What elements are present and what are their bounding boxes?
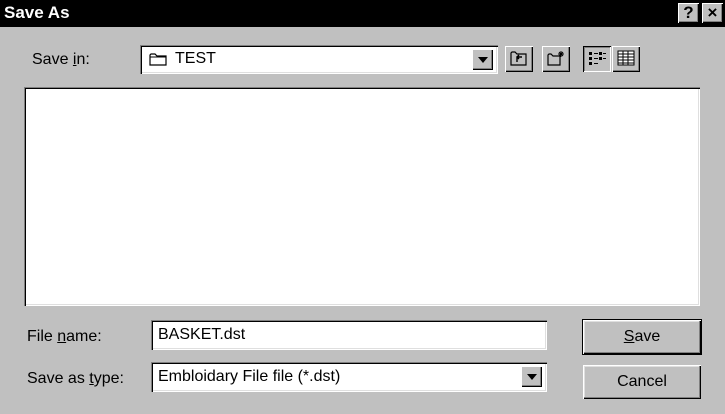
save-as-type-value: Embloidary File file (*.dst) bbox=[158, 368, 341, 385]
up-folder-icon bbox=[510, 51, 527, 66]
file-name-label: File name: bbox=[27, 328, 102, 345]
save-as-type-label: Save as type: bbox=[27, 370, 124, 387]
chevron-down-icon bbox=[527, 374, 537, 380]
save-as-type-combobox[interactable]: Embloidary File file (*.dst) bbox=[151, 362, 547, 392]
list-view-button[interactable] bbox=[583, 46, 611, 72]
up-one-level-button[interactable] bbox=[505, 46, 533, 72]
file-name-input[interactable]: BASKET.dst bbox=[151, 320, 547, 350]
details-view-icon bbox=[617, 50, 635, 66]
window-title: Save As bbox=[4, 3, 70, 22]
close-button[interactable]: × bbox=[702, 3, 723, 23]
save-in-combobox[interactable]: TEST bbox=[140, 45, 498, 74]
new-folder-button[interactable] bbox=[542, 46, 570, 72]
details-view-button[interactable] bbox=[612, 46, 640, 72]
help-button[interactable]: ? bbox=[678, 3, 699, 23]
save-in-label: Save in: bbox=[32, 51, 90, 68]
save-as-dialog: Save As ? × Save in: TEST File name: BAS… bbox=[0, 0, 725, 414]
save-in-dropdown-button[interactable] bbox=[472, 49, 493, 70]
chevron-down-icon bbox=[478, 57, 488, 63]
cancel-button[interactable]: Cancel bbox=[583, 365, 701, 399]
file-list[interactable] bbox=[24, 87, 700, 306]
list-view-icon bbox=[589, 52, 606, 65]
folder-icon bbox=[149, 53, 167, 66]
new-folder-icon bbox=[547, 51, 564, 66]
save-in-value: TEST bbox=[175, 50, 216, 67]
file-name-value: BASKET.dst bbox=[158, 326, 246, 343]
title-bar: Save As ? × bbox=[0, 0, 725, 27]
save-as-type-dropdown-button[interactable] bbox=[521, 366, 542, 387]
save-button[interactable]: Save bbox=[583, 320, 701, 354]
